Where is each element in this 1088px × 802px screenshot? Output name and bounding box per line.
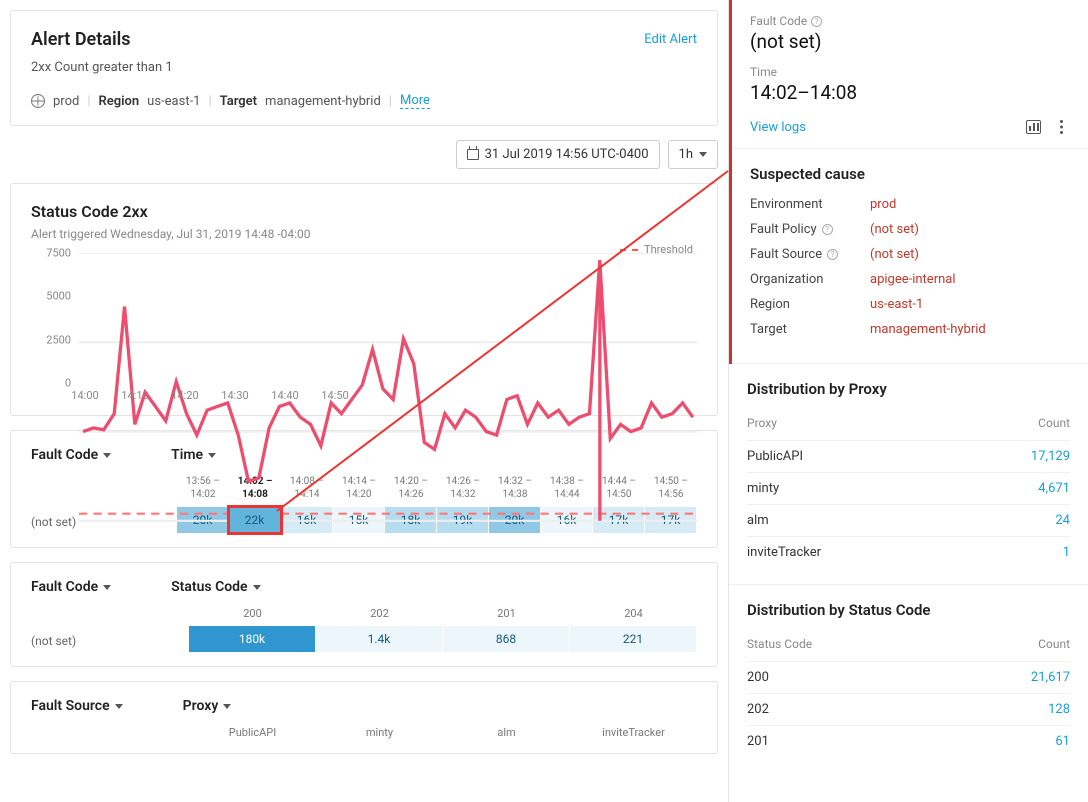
- dist-status-section: Distribution by Status Code Status CodeC…: [729, 585, 1088, 773]
- status-heat-cell[interactable]: 180k: [189, 626, 316, 652]
- chart-icon-button[interactable]: [1024, 118, 1042, 136]
- faultcode-dropdown-2[interactable]: Fault Code: [31, 579, 111, 595]
- heat-cell[interactable]: 22k: [229, 507, 281, 533]
- proxy-col-head: PublicAPI: [189, 726, 316, 739]
- edit-alert-link[interactable]: Edit Alert: [644, 32, 697, 47]
- kv-row: Targetmanagement-hybrid: [750, 322, 1070, 337]
- status-col-head: 201: [443, 607, 570, 620]
- range-dropdown[interactable]: 1h: [668, 140, 718, 169]
- help-icon[interactable]: ?: [827, 249, 838, 260]
- view-logs-link[interactable]: View logs: [750, 120, 806, 135]
- alert-meta: prod | Region us-east-1 | Target managem…: [31, 93, 697, 109]
- dist-count-link[interactable]: 128: [1048, 702, 1070, 717]
- alert-target: management-hybrid: [265, 94, 381, 109]
- chart-area: Threshold 0250050007500 14:0014:1014:201…: [79, 253, 697, 403]
- kv-row: Regionus-east-1: [750, 297, 1070, 312]
- more-vertical-icon: [1060, 120, 1063, 134]
- kv-row: Fault Policy?(not set): [750, 222, 1070, 237]
- status-heat-cell[interactable]: 221: [570, 626, 697, 652]
- proxy-col-head: minty: [316, 726, 443, 739]
- dist-row: 20161: [747, 725, 1070, 757]
- suspected-cause-title: Suspected cause: [750, 165, 1070, 183]
- status-col-head: 200: [189, 607, 316, 620]
- faultcode-row-label-2: (not set): [31, 634, 189, 652]
- kv-row: Organizationapigee-internal: [750, 272, 1070, 287]
- dist-count-link[interactable]: 24: [1055, 513, 1070, 528]
- more-link[interactable]: More: [400, 93, 430, 109]
- status-col-head: 204: [570, 607, 697, 620]
- alert-subtitle: 2xx Count greater than 1: [31, 60, 697, 75]
- range-value: 1h: [679, 147, 693, 162]
- dist-row: 20021,617: [747, 661, 1070, 693]
- dist-count-link[interactable]: 61: [1055, 734, 1070, 749]
- proxy-dropdown[interactable]: Proxy: [183, 698, 232, 714]
- status-col-head: 202: [316, 607, 443, 620]
- status-code-chart-card: Status Code 2xx Alert triggered Wednesda…: [10, 183, 718, 416]
- chevron-down-icon: [699, 152, 707, 157]
- more-menu-button[interactable]: [1052, 118, 1070, 136]
- dist-count-link[interactable]: 17,129: [1031, 449, 1070, 464]
- status-heat-cell[interactable]: 1.4k: [316, 626, 443, 652]
- target-label: Target: [220, 94, 257, 109]
- alert-title: Alert Details: [31, 29, 131, 50]
- dist-proxy-section: Distribution by Proxy ProxyCount PublicA…: [729, 364, 1088, 585]
- statuscode-dropdown[interactable]: Status Code: [171, 579, 260, 595]
- dist-count-link[interactable]: 1: [1063, 545, 1070, 560]
- faultsource-proxy-heat-card: Fault Source Proxy PublicAPImintyalminvi…: [10, 681, 718, 754]
- kv-row: Environmentprod: [750, 197, 1070, 212]
- dist-status-title: Distribution by Status Code: [747, 601, 1070, 619]
- chart-subtitle: Alert triggered Wednesday, Jul 31, 2019 …: [31, 227, 697, 241]
- chart-title: Status Code 2xx: [31, 202, 697, 221]
- side-time-value: 14:02–14:08: [750, 81, 1070, 104]
- dist-proxy-title: Distribution by Proxy: [747, 380, 1070, 398]
- side-faultcode-value: (not set): [750, 30, 1070, 53]
- chevron-down-icon: [115, 704, 123, 709]
- kv-row: Fault Source?(not set): [750, 247, 1070, 262]
- suspected-cause-section: Suspected cause Environmentprod Fault Pol…: [732, 149, 1088, 364]
- dist-row: 202128: [747, 693, 1070, 725]
- globe-icon: [31, 94, 45, 108]
- dist-row: PublicAPI17,129: [747, 440, 1070, 472]
- side-panel: Fault Code? (not set) Time 14:02–14:08 V…: [728, 0, 1088, 802]
- region-label: Region: [99, 94, 140, 109]
- dist-row: inviteTracker1: [747, 536, 1070, 568]
- chevron-down-icon: [223, 704, 231, 709]
- faultcode-status-heat-card: Fault Code Status Code (not set) 2002022…: [10, 562, 718, 667]
- chevron-down-icon: [103, 585, 111, 590]
- alert-region: us-east-1: [147, 94, 200, 109]
- calendar-icon: [467, 149, 479, 160]
- side-time-label: Time: [750, 65, 1070, 79]
- date-value: 31 Jul 2019 14:56 UTC-0400: [485, 147, 649, 162]
- dist-count-link[interactable]: 21,617: [1031, 670, 1070, 685]
- faultsource-dropdown[interactable]: Fault Source: [31, 698, 123, 714]
- dist-row: minty4,671: [747, 472, 1070, 504]
- chevron-down-icon: [253, 585, 261, 590]
- help-icon[interactable]: ?: [822, 224, 833, 235]
- proxy-col-head: inviteTracker: [570, 726, 697, 739]
- alert-details-card: Alert Details Edit Alert 2xx Count great…: [10, 10, 718, 126]
- dist-row: alm24: [747, 504, 1070, 536]
- chart-icon: [1026, 120, 1041, 134]
- side-faultcode-label: Fault Code?: [750, 14, 1070, 28]
- line-chart: [79, 253, 697, 562]
- date-picker-button[interactable]: 31 Jul 2019 14:56 UTC-0400: [456, 140, 660, 169]
- alert-env: prod: [53, 94, 79, 109]
- help-icon[interactable]: ?: [811, 16, 822, 27]
- proxy-col-head: alm: [443, 726, 570, 739]
- dist-count-link[interactable]: 4,671: [1038, 481, 1070, 496]
- status-heat-cell[interactable]: 868: [443, 626, 570, 652]
